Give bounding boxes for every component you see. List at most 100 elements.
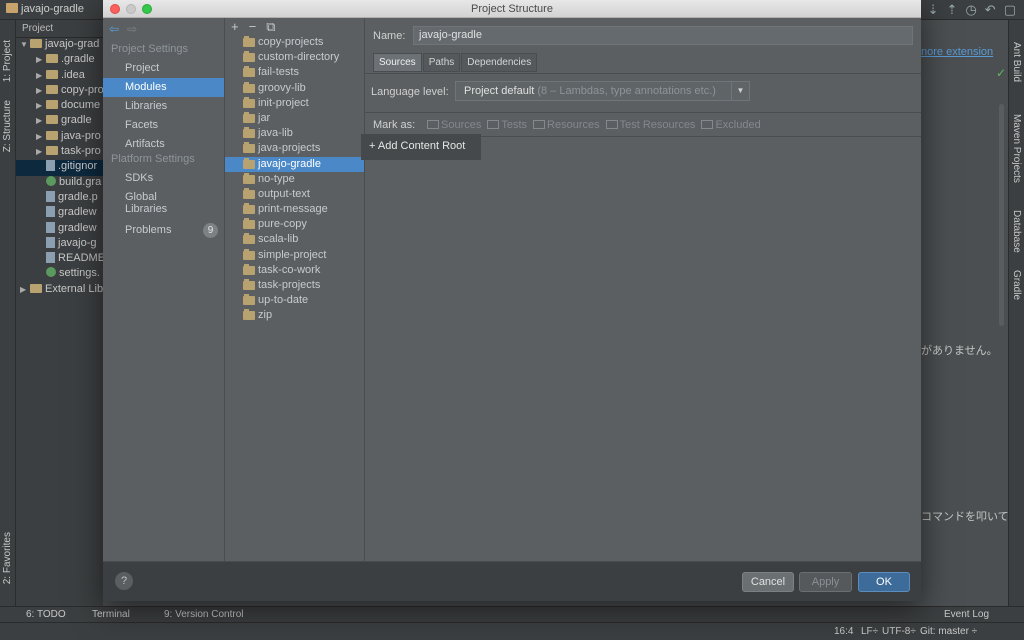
nav-item-libraries[interactable]: Libraries <box>103 97 224 116</box>
vcs-commit-icon[interactable]: ⇡ <box>947 2 958 18</box>
tree-item[interactable]: gradlew <box>16 206 103 221</box>
language-level-select[interactable]: Project default (8 – Lambdas, type annot… <box>455 81 750 101</box>
git-branch[interactable]: Git: master ÷ <box>920 626 977 637</box>
add-icon[interactable]: + <box>231 19 239 34</box>
tree-item[interactable]: ▶ .gradle <box>16 53 103 68</box>
nav-item-problems[interactable]: Problems 9 <box>103 221 224 240</box>
tree-item[interactable]: ▶ copy-pro <box>16 84 104 99</box>
revert-icon[interactable]: ↶ <box>985 2 996 18</box>
tree-item[interactable]: gradle.p <box>16 190 103 206</box>
mark-as-option[interactable]: Excluded <box>701 119 761 131</box>
module-item[interactable]: output-text <box>225 187 364 202</box>
history-icon[interactable]: ◷ <box>965 2 976 18</box>
module-item[interactable]: init-project <box>225 96 364 111</box>
tree-item[interactable]: ▶ External Lib <box>16 283 103 298</box>
tab-database[interactable]: Database <box>1011 210 1022 253</box>
tree-item[interactable]: settings. <box>16 267 103 282</box>
chevron-right-icon[interactable]: ▶ <box>36 132 46 141</box>
tab-dependencies[interactable]: Dependencies <box>461 53 538 72</box>
tab-structure[interactable]: Z: Structure <box>2 100 13 152</box>
nav-item-modules[interactable]: Modules <box>103 78 224 97</box>
vcs-update-icon[interactable]: ⇣ <box>928 2 939 18</box>
back-arrow-icon[interactable]: ⇦ <box>109 22 119 36</box>
mark-as-option[interactable]: Tests <box>487 119 527 131</box>
editor-scrollbar[interactable] <box>999 104 1004 326</box>
module-item[interactable]: java-lib <box>225 126 364 141</box>
nav-item-artifacts[interactable]: Artifacts <box>103 135 224 154</box>
tab-event-log[interactable]: Event Log <box>944 609 989 620</box>
line-separator[interactable]: LF÷ <box>861 626 878 637</box>
tab-paths[interactable]: Paths <box>422 53 461 72</box>
module-item[interactable]: print-message <box>225 202 364 217</box>
project-crumb[interactable]: javajo-gradle <box>6 3 84 15</box>
chevron-right-icon[interactable]: ▶ <box>20 285 30 294</box>
module-item[interactable]: custom-directory <box>225 50 364 65</box>
tree-item[interactable]: .gitignor <box>16 160 103 176</box>
tab-todo[interactable]: 6: TODO <box>26 609 66 620</box>
mark-as-option[interactable]: Test Resources <box>605 119 695 131</box>
dialog-titlebar[interactable]: Project Structure <box>103 0 921 18</box>
copy-icon[interactable]: ⧉ <box>266 19 275 34</box>
chevron-right-icon[interactable]: ▶ <box>36 101 46 110</box>
tree-item-label: .idea <box>61 68 85 81</box>
tree-item[interactable]: ▶ task-pro <box>16 145 103 160</box>
tab-favorites[interactable]: 2: Favorites <box>2 532 13 584</box>
tab-project[interactable]: 1: Project <box>2 40 13 82</box>
chevron-down-icon[interactable]: ▼ <box>731 82 749 100</box>
module-item[interactable]: jar <box>225 111 364 126</box>
project-panel-header[interactable]: Project <box>16 20 103 38</box>
chevron-right-icon[interactable]: ▶ <box>36 71 46 80</box>
module-item[interactable]: java-projects <box>225 141 364 156</box>
nav-item-global-libraries[interactable]: Global Libraries <box>103 188 224 215</box>
chevron-down-icon[interactable]: ▼ <box>20 40 30 49</box>
tree-item[interactable]: README <box>16 252 105 267</box>
chevron-right-icon[interactable]: ▶ <box>36 86 46 95</box>
mark-as-option[interactable]: Sources <box>427 119 481 131</box>
chevron-right-icon[interactable]: ▶ <box>36 116 46 125</box>
tree-item[interactable]: gradlew <box>16 221 103 237</box>
settings-icon[interactable]: ▢ <box>1004 2 1016 18</box>
module-item[interactable]: groovy-lib <box>225 81 364 96</box>
module-item[interactable]: no-type <box>225 172 364 187</box>
module-item[interactable]: zip <box>225 308 364 323</box>
forward-arrow-icon[interactable]: ⇨ <box>127 22 137 36</box>
tab-gradle[interactable]: Gradle <box>1011 270 1022 300</box>
tab-version-control[interactable]: 9: Version Control <box>164 609 244 620</box>
mark-as-option[interactable]: Resources <box>533 119 600 131</box>
tree-item[interactable]: ▶ docume <box>16 99 103 114</box>
module-item[interactable]: scala-lib <box>225 232 364 247</box>
nav-item-project[interactable]: Project <box>103 59 224 78</box>
help-button[interactable]: ? <box>115 572 133 590</box>
tree-item[interactable]: ▶ .idea <box>16 69 103 84</box>
tree-item[interactable]: ▶ java-pro <box>16 130 103 145</box>
tab-terminal[interactable]: Terminal <box>92 609 130 620</box>
module-item[interactable]: pure-copy <box>225 217 364 232</box>
tab-maven-projects[interactable]: Maven Projects <box>1011 114 1022 183</box>
tree-item[interactable]: ▼ javajo-grad <box>16 38 103 53</box>
nav-item-sdks[interactable]: SDKs <box>103 169 224 188</box>
tree-item[interactable]: build.gra <box>16 175 103 191</box>
ignore-extension-link[interactable]: nore extension <box>921 46 993 58</box>
module-item[interactable]: fail-tests <box>225 65 364 80</box>
cancel-button[interactable]: Cancel <box>742 572 794 592</box>
module-item[interactable]: task-co-work <box>225 263 364 278</box>
tree-item[interactable]: javajo-g <box>16 236 103 252</box>
file-encoding[interactable]: UTF-8÷ <box>882 626 916 637</box>
caret-position[interactable]: 16:4 <box>834 626 853 637</box>
apply-button[interactable]: Apply <box>799 572 852 592</box>
nav-item-facets[interactable]: Facets <box>103 116 224 135</box>
remove-icon[interactable]: − <box>249 19 257 34</box>
chevron-right-icon[interactable]: ▶ <box>36 55 46 64</box>
module-item[interactable]: up-to-date <box>225 293 364 308</box>
module-name-input[interactable]: javajo-gradle <box>413 26 913 45</box>
module-item[interactable]: task-projects <box>225 278 364 293</box>
module-item[interactable]: simple-project <box>225 248 364 263</box>
tab-ant-build[interactable]: Ant Build <box>1011 42 1022 82</box>
ok-button[interactable]: OK <box>858 572 910 592</box>
module-item[interactable]: copy-projects <box>225 35 364 50</box>
tree-item[interactable]: ▶ gradle <box>16 114 103 129</box>
chevron-right-icon[interactable]: ▶ <box>36 147 46 156</box>
add-content-root-button[interactable]: + Add Content Root <box>361 134 481 160</box>
module-item[interactable]: javajo-gradle <box>225 156 364 172</box>
tab-sources[interactable]: Sources <box>373 53 422 72</box>
